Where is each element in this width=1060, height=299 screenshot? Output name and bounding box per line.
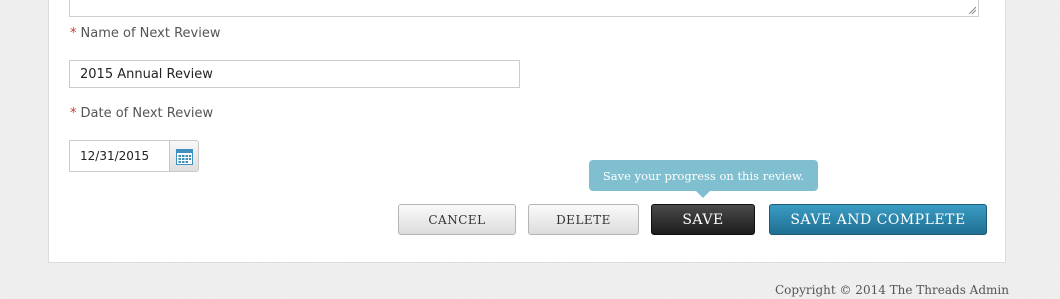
copyright-text: Copyright © 2014 The Threads Admin xyxy=(775,283,1009,297)
name-of-next-review-input[interactable] xyxy=(69,60,520,88)
calendar-button[interactable] xyxy=(169,140,199,172)
date-label-text: Date of Next Review xyxy=(80,106,214,121)
date-of-next-review-input[interactable] xyxy=(69,140,169,172)
save-button[interactable]: SAVE xyxy=(651,204,755,235)
save-and-complete-button[interactable]: SAVE AND COMPLETE xyxy=(769,204,987,235)
review-form-panel: *Name of Next Review *Date of Next Revie… xyxy=(48,0,1006,263)
cancel-button[interactable]: CANCEL xyxy=(398,204,516,235)
comments-textarea[interactable] xyxy=(69,0,979,17)
name-label-text: Name of Next Review xyxy=(80,26,221,41)
calendar-icon xyxy=(175,148,193,165)
name-of-next-review-label: * Name of Next Review xyxy=(70,26,220,41)
resize-grip-icon[interactable] xyxy=(968,6,976,14)
required-marker: * xyxy=(70,26,77,41)
date-of-next-review-label: * Date of Next Review xyxy=(70,106,213,121)
save-tooltip: Save your progress on this review. xyxy=(589,160,818,198)
delete-button[interactable]: DELETE xyxy=(528,204,639,235)
required-marker: * xyxy=(70,106,77,121)
